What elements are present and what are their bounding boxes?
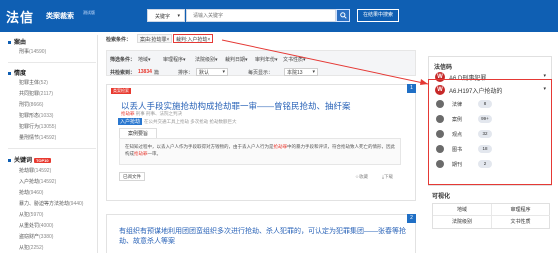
page-size-select[interactable]: 本院13 ▾ — [284, 68, 318, 76]
page-size-label: 每页显示： — [248, 70, 274, 76]
filter-label: 筛选条件： — [110, 57, 136, 63]
case-abstract: 在知知过程中，以丢入户人作为手段取得对方钱物的，由于丢入户人行为是抢劫罪中的暴力… — [119, 138, 401, 165]
related-links[interactable]: 在公共交通工具上抢劫 多次抢劫 抢劫数额巨大 — [144, 119, 237, 125]
section-title-cause: 案由 — [8, 37, 26, 46]
download-button[interactable]: ⤓下载 — [382, 174, 393, 180]
viz-doc-type[interactable]: 文书性质 — [491, 216, 550, 228]
top10-badge: TOP10 — [34, 158, 51, 163]
sidebar-item[interactable]: 暴力、胁迫等方法抢劫(9440) — [19, 200, 83, 207]
sidebar-item[interactable]: 从犯(5970) — [19, 211, 43, 218]
viz-grid: 地域 审理程序 法院级别 文书性质 — [432, 203, 550, 229]
search-button[interactable] — [336, 9, 350, 22]
search-type-label: 关键字 — [155, 14, 171, 20]
beta-label: 测试版 — [83, 10, 95, 15]
tag-badge: 类案检索 — [111, 88, 131, 94]
search-in-results-button[interactable]: 在结果中搜索 — [357, 9, 399, 22]
filter-judgment-date[interactable]: 裁判日期▾ — [225, 56, 248, 63]
chevron-down-icon: ▾ — [222, 69, 225, 75]
square-bullet-icon — [8, 71, 11, 75]
sidebar-item[interactable]: 犯罪行为(13055) — [19, 123, 56, 130]
sidebar-item[interactable]: 盗窃财产(3380) — [19, 233, 53, 240]
sort-select[interactable]: 默认 ▾ — [196, 68, 228, 76]
sidebar-item[interactable]: 刑事(14590) — [19, 48, 46, 55]
filter-procedure[interactable]: 审理程序▾ — [163, 56, 186, 63]
filter-doc-type[interactable]: 文书性质▾ — [283, 56, 306, 63]
condition-chip-keyword[interactable]: 裁判:入户抢劫× — [173, 34, 214, 43]
close-icon[interactable]: × — [166, 37, 169, 43]
chevron-down-icon: ▾ — [312, 69, 315, 75]
sidebar-item[interactable]: 入户抢劫(14592) — [19, 178, 56, 185]
sidebar-item[interactable]: 犯罪形态(1033) — [19, 112, 53, 119]
result-card: 2 有组织有预谋地利用团团蛮组织多次进行抢劫、杀人犯罪的，可认定为犯罪集团——张… — [106, 214, 416, 253]
sidebar: 案由 刑事(14590) 情度 犯罪主体(52) 共同犯罪(2117) 刑罚(8… — [5, 35, 98, 253]
result-index: 1 — [407, 84, 416, 93]
search-input[interactable] — [186, 9, 336, 22]
sidebar-item[interactable]: 量刑情节(14592) — [19, 134, 56, 141]
visualization-panel: 可视化 地域 审理程序 法院级别 文书性质 — [428, 188, 552, 248]
sidebar-item[interactable]: 抢劫(9460) — [19, 189, 43, 196]
result-count: 13834 — [138, 69, 152, 75]
panel-title: 法信码 — [434, 65, 453, 71]
square-bullet-icon — [8, 40, 11, 44]
viz-court-level[interactable]: 法院级别 — [433, 216, 492, 228]
sidebar-item[interactable]: 抢劫罪(14592) — [19, 167, 51, 174]
result-card: 1 类案检索 以丢人手段实施抢劫构成抢劫罪一审——曾铭民抢劫、抽纤案 抢劫罪 刑… — [106, 84, 416, 201]
result-meta: 抢劫罪 刑事 刑事、法院之判决 — [121, 111, 183, 116]
viz-region[interactable]: 地域 — [433, 204, 492, 216]
divider — [8, 148, 96, 149]
sort-label: 排序： — [178, 70, 194, 76]
viz-procedure[interactable]: 审理程序 — [491, 204, 550, 216]
chevron-down-icon: ▾ — [177, 13, 180, 19]
square-bullet-icon — [8, 158, 11, 162]
divider — [8, 62, 96, 63]
result-index: 2 — [407, 214, 416, 223]
product-name: 类案裁索 — [46, 13, 74, 20]
result-title[interactable]: 有组织有预谋地利用团团蛮组织多次进行抢劫、杀人犯罪的，可认定为犯罪集团——张春等… — [119, 227, 409, 247]
filter-region[interactable]: 地域▾ — [138, 56, 151, 63]
sidebar-item[interactable]: 刑罚(8666) — [19, 101, 43, 108]
favorite-button[interactable]: ☆收藏 — [355, 174, 368, 180]
highlight-box — [428, 79, 552, 185]
filter-court-level[interactable]: 法院级别▾ — [195, 56, 218, 63]
search-conditions-label: 检索条件： — [106, 37, 132, 43]
search-icon — [339, 12, 347, 19]
keyword-highlight[interactable]: 入户抢劫 — [118, 118, 143, 125]
section-title-keywords: 关键词 TOP10 — [8, 155, 51, 164]
sidebar-item[interactable]: 从犯(2252) — [19, 244, 43, 251]
result-count-label: 共检索到： — [110, 70, 136, 76]
result-count-unit: 篇 — [154, 70, 160, 76]
condition-chip-cause[interactable]: 案由:抢劫罪× — [137, 34, 173, 43]
filter-trial-year[interactable]: 审判年份▾ — [255, 56, 278, 63]
sidebar-item[interactable]: 共同犯罪(2117) — [19, 90, 53, 97]
sidebar-item[interactable]: 从重处罚(4000) — [19, 222, 53, 229]
read-file-button[interactable]: 已阅文件 — [119, 172, 145, 181]
top-bar: 法信 类案裁索 测试版 关键字 ▾ 在结果中搜索 — [0, 0, 558, 32]
panel-title: 可视化 — [432, 194, 451, 200]
search-type-select[interactable]: 关键字 ▾ — [147, 9, 185, 22]
close-icon[interactable]: × — [207, 37, 210, 43]
sidebar-item[interactable]: 犯罪主体(52) — [19, 79, 48, 86]
section-title-dimension: 情度 — [8, 68, 26, 77]
logo[interactable]: 法信 — [6, 7, 34, 26]
